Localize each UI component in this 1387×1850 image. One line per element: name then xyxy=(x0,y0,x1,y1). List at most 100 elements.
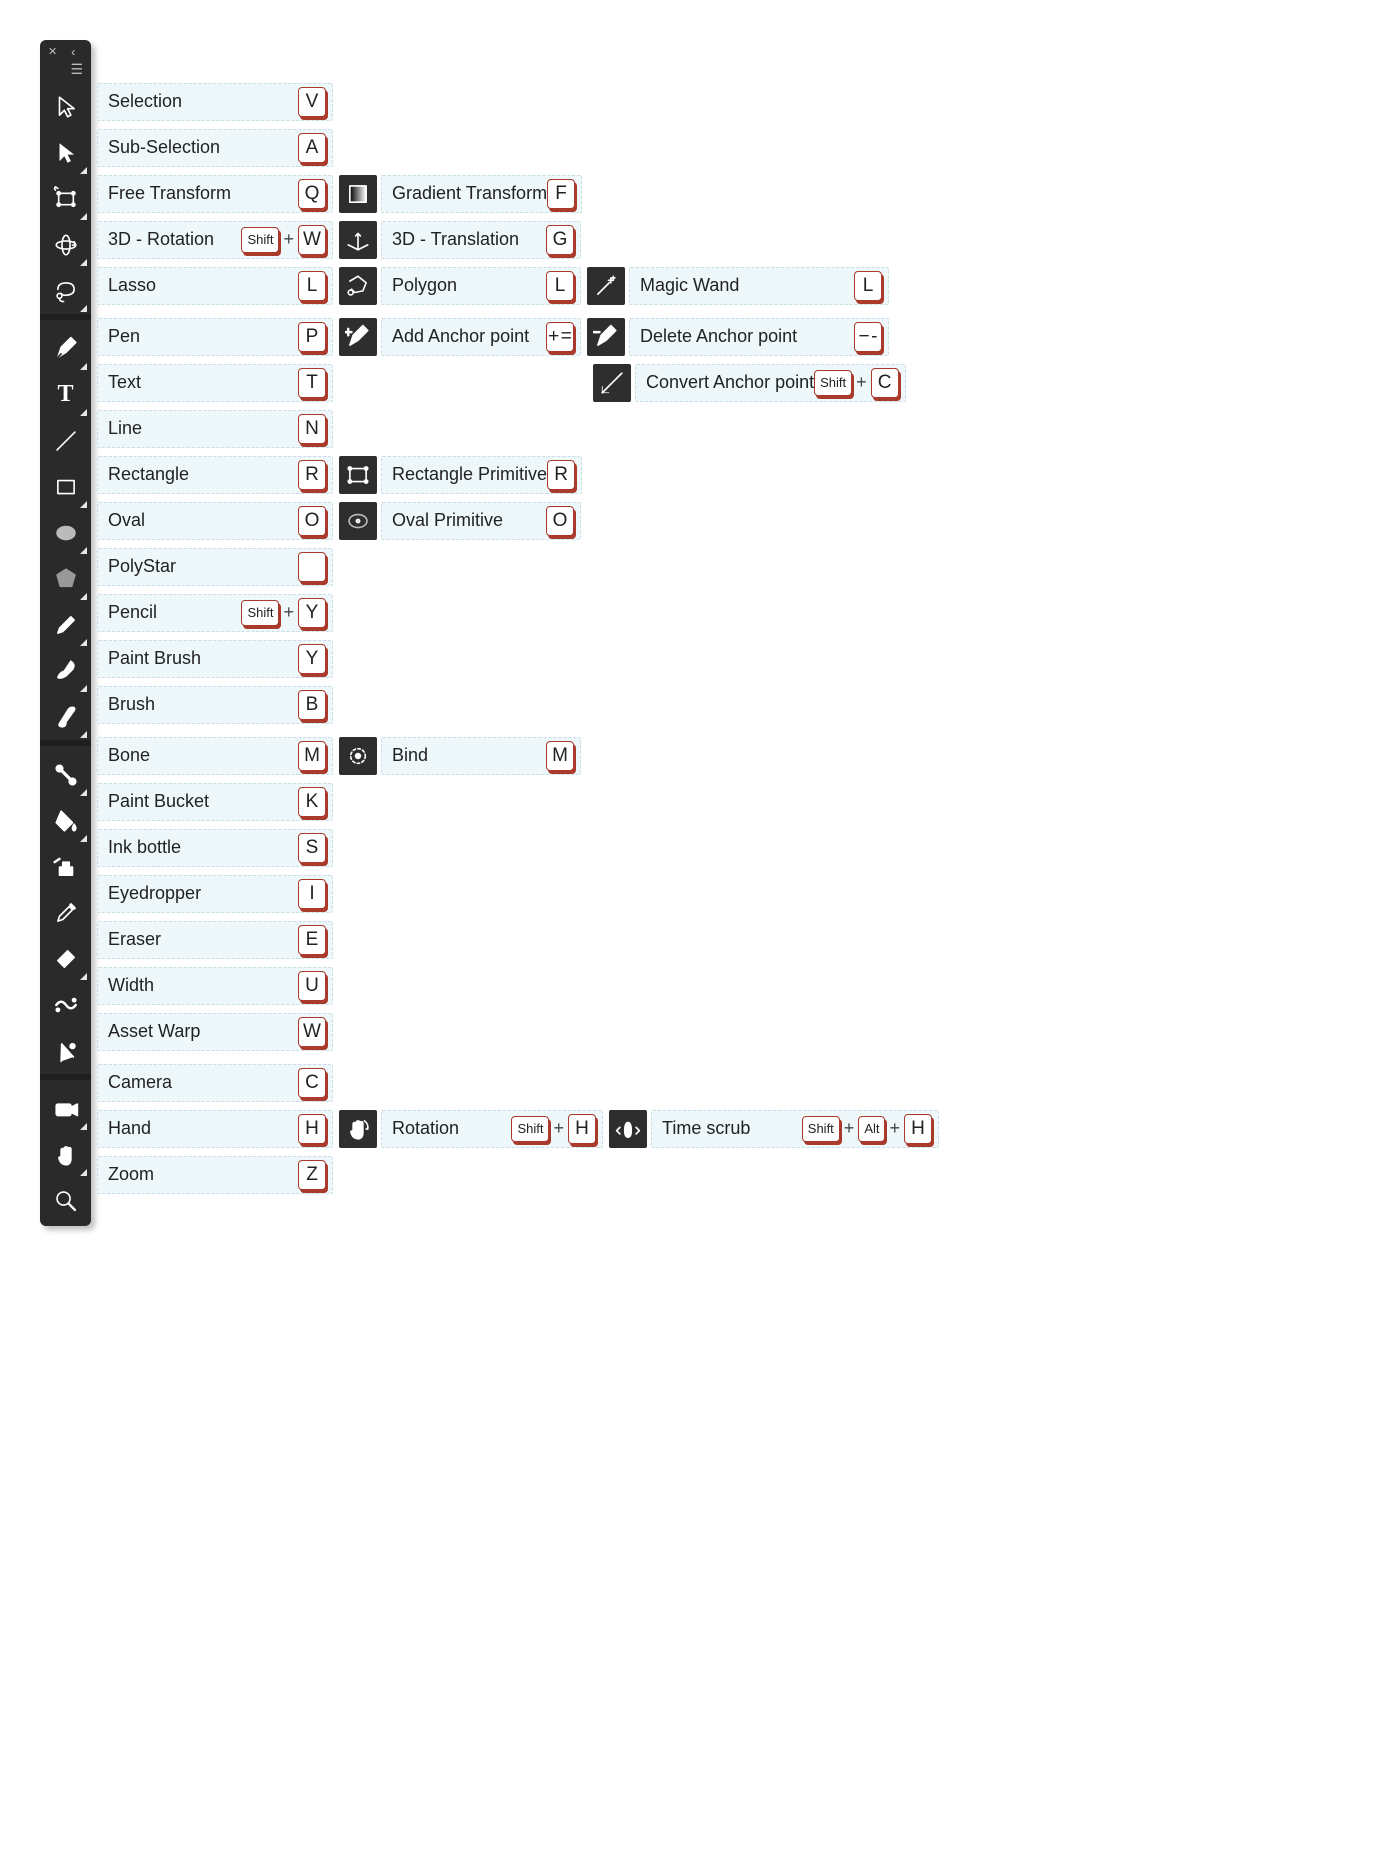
tool-row-subselection: Sub-Selection A xyxy=(91,122,939,167)
pencil-tool[interactable] xyxy=(43,602,88,647)
shortcut-key: V xyxy=(298,87,326,117)
lasso-label: Lasso L xyxy=(97,267,333,305)
panel-menu-icon[interactable]: ☰ xyxy=(70,62,83,76)
paint-bucket-tool[interactable] xyxy=(43,798,88,843)
close-icon[interactable]: ✕ xyxy=(48,47,57,58)
flyout-indicator-icon xyxy=(80,835,87,842)
flyout-indicator-icon xyxy=(80,731,87,738)
flyout-indicator-icon xyxy=(80,167,87,174)
bone-tool[interactable] xyxy=(43,752,88,797)
eraser-tool[interactable] xyxy=(43,936,88,981)
gradient-transform-icon[interactable] xyxy=(339,175,377,213)
flyout-indicator-icon xyxy=(80,259,87,266)
bone-label: Bone M xyxy=(97,737,333,775)
tool-name: Oval Primitive xyxy=(392,510,503,531)
tool-name: Rotation xyxy=(392,1118,459,1139)
tools-panel-dock: ✕ ‹‹ ☰ T Selection V Sub-Selection A Fre… xyxy=(40,40,91,1226)
rotation-hand-label: Rotation Shift+H xyxy=(381,1110,603,1148)
tool-row-oval: Oval O Oval Primitive O xyxy=(91,495,939,540)
convert-anchor-icon[interactable] xyxy=(593,364,631,402)
eyedropper-tool[interactable] xyxy=(43,890,88,935)
shortcut-key: H xyxy=(904,1114,932,1144)
3d-translation-icon[interactable] xyxy=(339,221,377,259)
rotation-hand-icon[interactable] xyxy=(339,1110,377,1148)
shortcut-key: H xyxy=(298,1114,326,1144)
tool-row-text: Text T Convert Anchor point Shift+C xyxy=(91,357,939,402)
rectangle-label: Rectangle R xyxy=(97,456,333,494)
oval-tool[interactable] xyxy=(43,510,88,555)
3d-rotation-tool[interactable] xyxy=(43,222,88,267)
ink-bottle-tool[interactable] xyxy=(43,844,88,889)
polygon-lasso-icon[interactable] xyxy=(339,267,377,305)
shortcut-key: N xyxy=(298,414,326,444)
plus-icon: + xyxy=(856,372,867,393)
time-scrub-icon[interactable] xyxy=(609,1110,647,1148)
camera-tool[interactable] xyxy=(43,1086,88,1131)
3d-translation-label: 3D - Translation G xyxy=(381,221,581,259)
tool-name: Line xyxy=(108,418,142,439)
shortcut-key: C xyxy=(871,368,899,398)
tool-name: Pencil xyxy=(108,602,157,623)
tool-row-brush: Brush B xyxy=(91,679,939,724)
delete-anchor-icon[interactable] xyxy=(587,318,625,356)
shortcut-key: C xyxy=(298,1068,326,1098)
shortcut-key: Y xyxy=(298,598,326,628)
rectangle-tool[interactable] xyxy=(43,464,88,509)
shift-modifier-key: Shift xyxy=(511,1116,549,1142)
convert-anchor-label: Convert Anchor point Shift+C xyxy=(635,364,906,402)
tool-name: Time scrub xyxy=(662,1118,750,1139)
tool-row-eyedropper: Eyedropper I xyxy=(91,868,939,913)
shortcut-key: W xyxy=(298,225,326,255)
alt-modifier-key: Alt xyxy=(858,1116,885,1142)
brush-tool[interactable] xyxy=(43,694,88,739)
shortcut-key: T xyxy=(298,368,326,398)
tool-row-pencil: Pencil Shift+Y xyxy=(91,587,939,632)
shortcut-key: + = xyxy=(546,322,574,352)
shift-modifier-key: Shift xyxy=(241,227,279,253)
polystar-tool[interactable] xyxy=(43,556,88,601)
add-anchor-icon[interactable] xyxy=(339,318,377,356)
tool-row-3d-rotation: 3D - Rotation Shift+W 3D - Translation G xyxy=(91,214,939,259)
delete-anchor-label: Delete Anchor point − - xyxy=(629,318,889,356)
hand-tool[interactable] xyxy=(43,1132,88,1177)
selection-label: Selection V xyxy=(97,83,333,121)
text-tool[interactable]: T xyxy=(43,372,88,417)
subselection-label: Sub-Selection A xyxy=(97,129,333,167)
shortcut-key: S xyxy=(298,833,326,863)
shortcut-key: F xyxy=(547,179,575,209)
shortcut-key: O xyxy=(298,506,326,536)
tool-name: Paint Bucket xyxy=(108,791,209,812)
tool-name: Eyedropper xyxy=(108,883,201,904)
flyout-indicator-icon xyxy=(80,305,87,312)
plus-icon: + xyxy=(283,229,294,250)
paint-brush-tool[interactable] xyxy=(43,648,88,693)
tool-row-eraser: Eraser E xyxy=(91,914,939,959)
shortcut-key: Y xyxy=(298,644,326,674)
flyout-indicator-icon xyxy=(80,685,87,692)
shortcut-key: G xyxy=(546,225,574,255)
tool-name: Hand xyxy=(108,1118,151,1139)
lasso-tool[interactable] xyxy=(43,268,88,313)
shortcut-key: M xyxy=(546,741,574,771)
bind-icon[interactable] xyxy=(339,737,377,775)
pen-label: Pen P xyxy=(97,318,333,356)
asset-warp-tool[interactable] xyxy=(43,1028,88,1073)
magic-wand-icon[interactable] xyxy=(587,267,625,305)
subselection-tool[interactable] xyxy=(43,130,88,175)
freetransform-label: Free Transform Q xyxy=(97,175,333,213)
width-tool[interactable] xyxy=(43,982,88,1027)
oval-primitive-icon[interactable] xyxy=(339,502,377,540)
tool-name: Zoom xyxy=(108,1164,154,1185)
rectangle-primitive-icon[interactable] xyxy=(339,456,377,494)
plus-icon: + xyxy=(283,602,294,623)
tool-name: Bind xyxy=(392,745,428,766)
camera-label: Camera C xyxy=(97,1064,333,1102)
pen-tool[interactable] xyxy=(43,326,88,371)
line-tool[interactable] xyxy=(43,418,88,463)
asset-warp-label: Asset Warp W xyxy=(97,1013,333,1051)
freetransform-tool[interactable] xyxy=(43,176,88,221)
shortcut-key: P xyxy=(298,322,326,352)
zoom-tool[interactable] xyxy=(43,1178,88,1223)
selection-tool[interactable] xyxy=(43,84,88,129)
oval-label: Oval O xyxy=(97,502,333,540)
